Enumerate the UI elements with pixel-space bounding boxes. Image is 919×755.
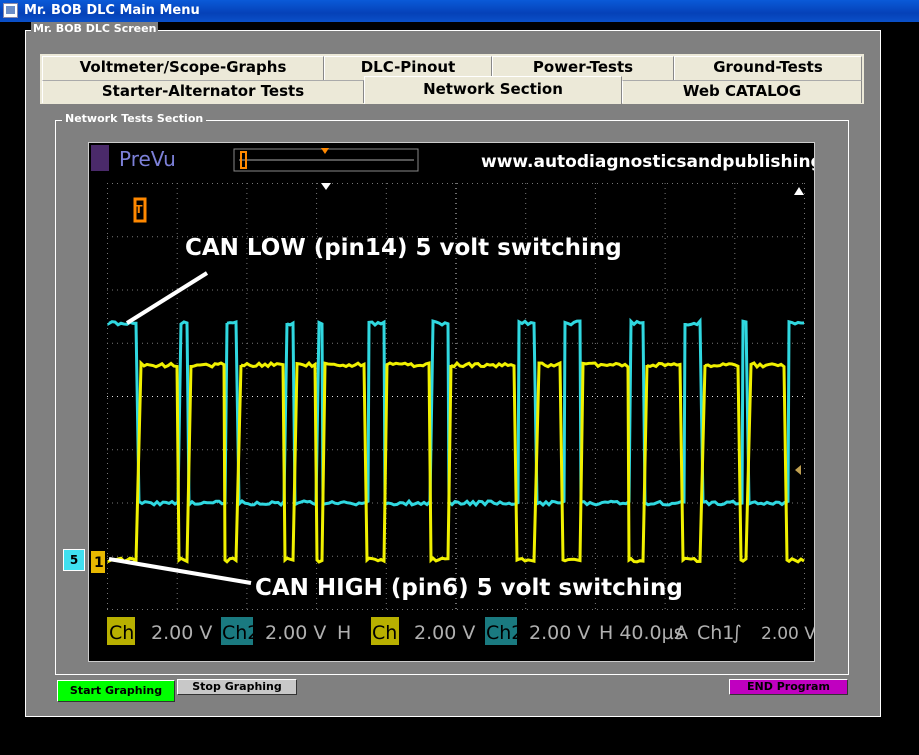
- status-ch2b-label: Ch2: [486, 622, 523, 644]
- status-ch2-scale: 2.00 V: [265, 622, 326, 644]
- trigger-level-top-icon: [794, 187, 804, 195]
- trigger-point-icon: [321, 183, 331, 190]
- tab-ground-tests[interactable]: Ground-Tests: [674, 56, 862, 80]
- end-program-button[interactable]: END Program: [729, 679, 848, 695]
- can-low-pointer: [127, 273, 207, 323]
- status-ch1b-scale: 2.00 V: [414, 622, 475, 644]
- status-ch2b-scale: 2.00 V: [529, 622, 590, 644]
- scope-url: www.autodiagnosticsandpublishing.com: [481, 152, 814, 172]
- tab-web-catalog[interactable]: Web CATALOG: [622, 80, 862, 103]
- scope-brand: PreVu: [119, 147, 176, 171]
- status-trig-mode: A: [675, 622, 688, 644]
- status-ch1-scale: 2.00 V: [151, 622, 212, 644]
- status-trig-ch: Ch1: [697, 622, 734, 644]
- status-h-label: H: [337, 622, 351, 644]
- status-trig-slope: ∫: [732, 622, 742, 644]
- status-ch2-label: Ch2: [222, 622, 259, 644]
- status-timebase: H 40.0µs: [599, 622, 684, 644]
- status-trig-level: 2.00 V: [761, 624, 814, 644]
- tab-network-section[interactable]: Network Section: [364, 76, 622, 104]
- oscilloscope-capture: PreVu www.autodiagnosticsandpublishing.c…: [88, 142, 815, 662]
- stop-graphing-button[interactable]: Stop Graphing: [177, 679, 297, 695]
- tab-starter-alternator-tests[interactable]: Starter-Alternator Tests: [42, 80, 364, 103]
- start-graphing-button[interactable]: Start Graphing: [57, 680, 175, 702]
- window-title: Mr. BOB DLC Main Menu: [24, 3, 200, 18]
- can-low-annotation: CAN LOW (pin14) 5 volt switching: [185, 235, 622, 261]
- frame-label: Mr. BOB DLC Screen: [31, 22, 158, 35]
- can-high-annotation: CAN HIGH (pin6) 5 volt switching: [255, 575, 683, 601]
- status-ch1-label: Ch1: [109, 622, 146, 644]
- window-system-icon[interactable]: [3, 3, 18, 18]
- panel-label: Network Tests Section: [62, 112, 206, 125]
- trigger-level-side-icon: [795, 465, 801, 475]
- prevu-logo-icon: [91, 145, 109, 171]
- can-high-pointer: [109, 559, 251, 583]
- waveforms: [109, 321, 804, 562]
- channel-ref-box: 5: [63, 549, 85, 571]
- window-titlebar: Mr. BOB DLC Main Menu: [0, 0, 919, 22]
- tab-voltmeter-scope-graphs[interactable]: Voltmeter/Scope-Graphs: [42, 56, 324, 80]
- tab-strip: Voltmeter/Scope-Graphs DLC-Pinout Power-…: [40, 54, 864, 104]
- ch1-marker-label: 1: [94, 555, 104, 571]
- svg-text:T: T: [135, 203, 143, 216]
- status-ch1b-label: Ch1: [372, 622, 409, 644]
